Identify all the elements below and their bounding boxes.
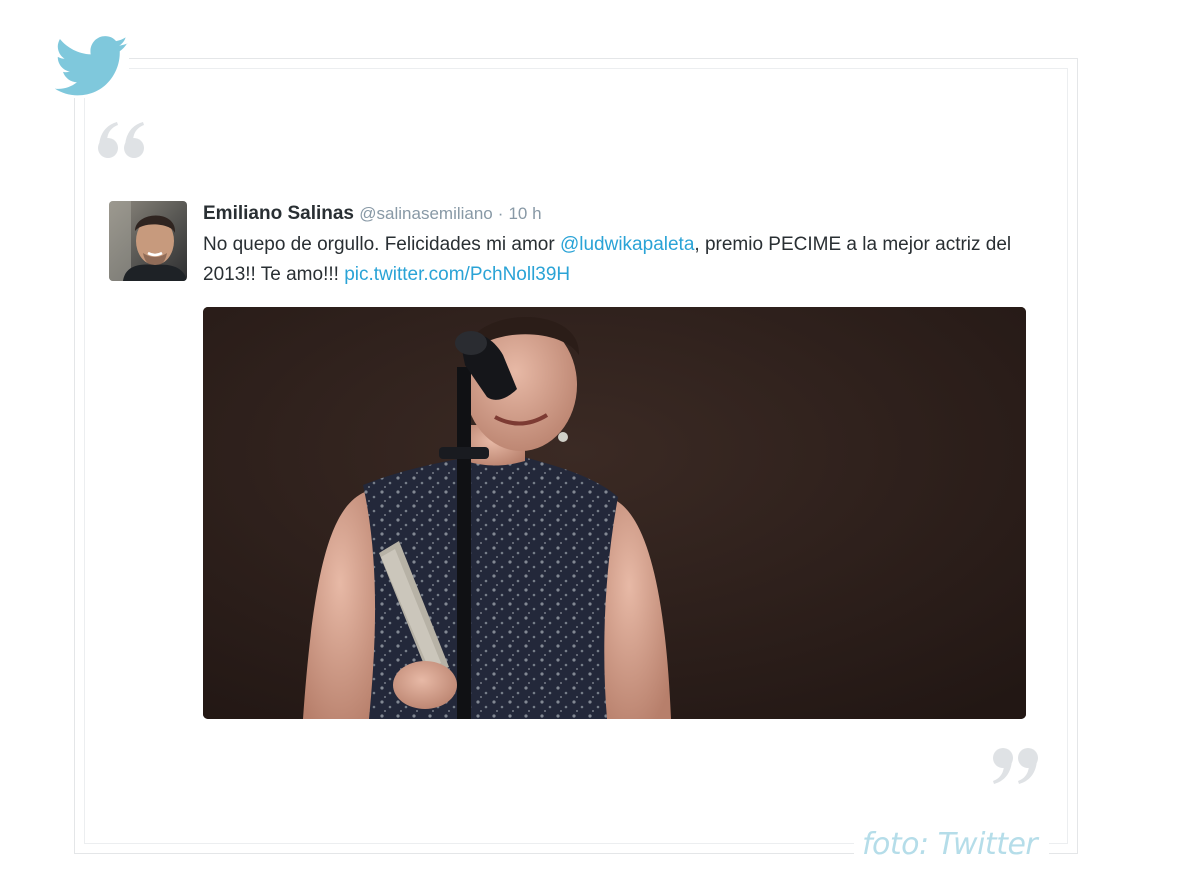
tweet-text-part1: No quepo de orgullo. Felicidades mi amor [203,234,560,255]
author-handle[interactable]: @salinasemiliano [359,204,493,223]
tweet-photo[interactable] [203,307,1026,719]
open-quote-icon [96,116,148,162]
pic-link[interactable]: pic.twitter.com/PchNoll39H [344,264,570,285]
tweet-header: Emiliano Salinas @salinasemiliano · 10 h [203,202,542,226]
author-avatar[interactable] [109,201,187,281]
tweet-timestamp[interactable]: 10 h [508,204,541,223]
photo-credit: foto: Twitter [854,824,1050,866]
twitter-bird-icon [54,36,129,98]
tweet-text: No quepo de orgullo. Felicidades mi amor… [203,230,1033,290]
author-name[interactable]: Emiliano Salinas [203,203,354,224]
header-separator: · [497,204,504,223]
close-quote-icon [990,744,1040,788]
mention-link[interactable]: @ludwikapaleta [560,234,694,255]
